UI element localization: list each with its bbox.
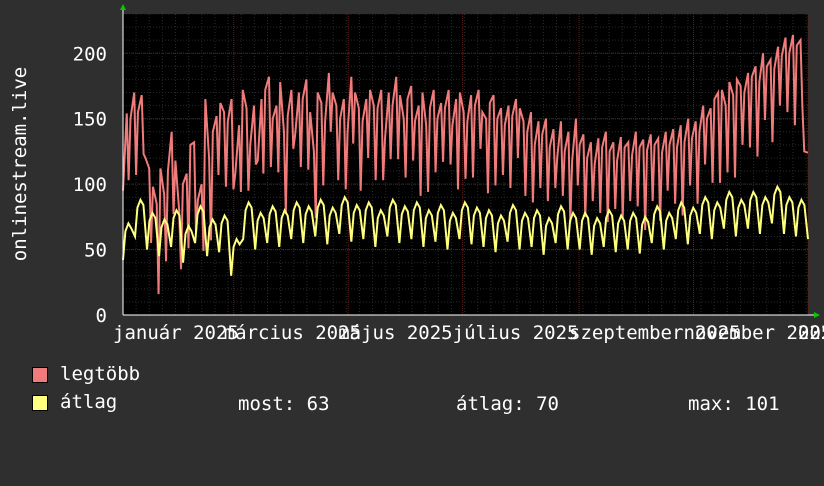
stat-now: most: 63: [238, 393, 330, 415]
x-tick-label: január 2025: [113, 322, 239, 344]
stat-avg: átlag: 70: [456, 393, 559, 415]
y-tick-label: 200: [73, 43, 107, 65]
line-chart: 050100150200január 2025március 2025május…: [73, 4, 824, 344]
x-axis-arrow: [814, 312, 820, 318]
y-axis-label: onlinestream.live: [9, 66, 31, 262]
legend-item-avg: átlag: [32, 390, 117, 486]
legend-label-avg: átlag: [60, 391, 118, 413]
legend: legtöbb átlag most: 63 átlag: 70 max: 10…: [0, 360, 824, 430]
x-tick-label: július 2025: [453, 322, 579, 344]
legend-swatch-max: [32, 367, 48, 383]
stat-max: max: 101: [688, 393, 780, 415]
y-axis-arrow: [120, 4, 126, 10]
x-tick-label: 2025: [798, 322, 824, 344]
y-tick-label: 0: [96, 305, 107, 327]
y-tick-label: 100: [73, 174, 107, 196]
legend-label-max: legtöbb: [60, 363, 141, 385]
legend-swatch-avg: [32, 395, 48, 411]
x-tick-label: május 2025: [338, 322, 452, 344]
y-tick-label: 50: [84, 240, 107, 262]
y-tick-label: 150: [73, 109, 107, 131]
